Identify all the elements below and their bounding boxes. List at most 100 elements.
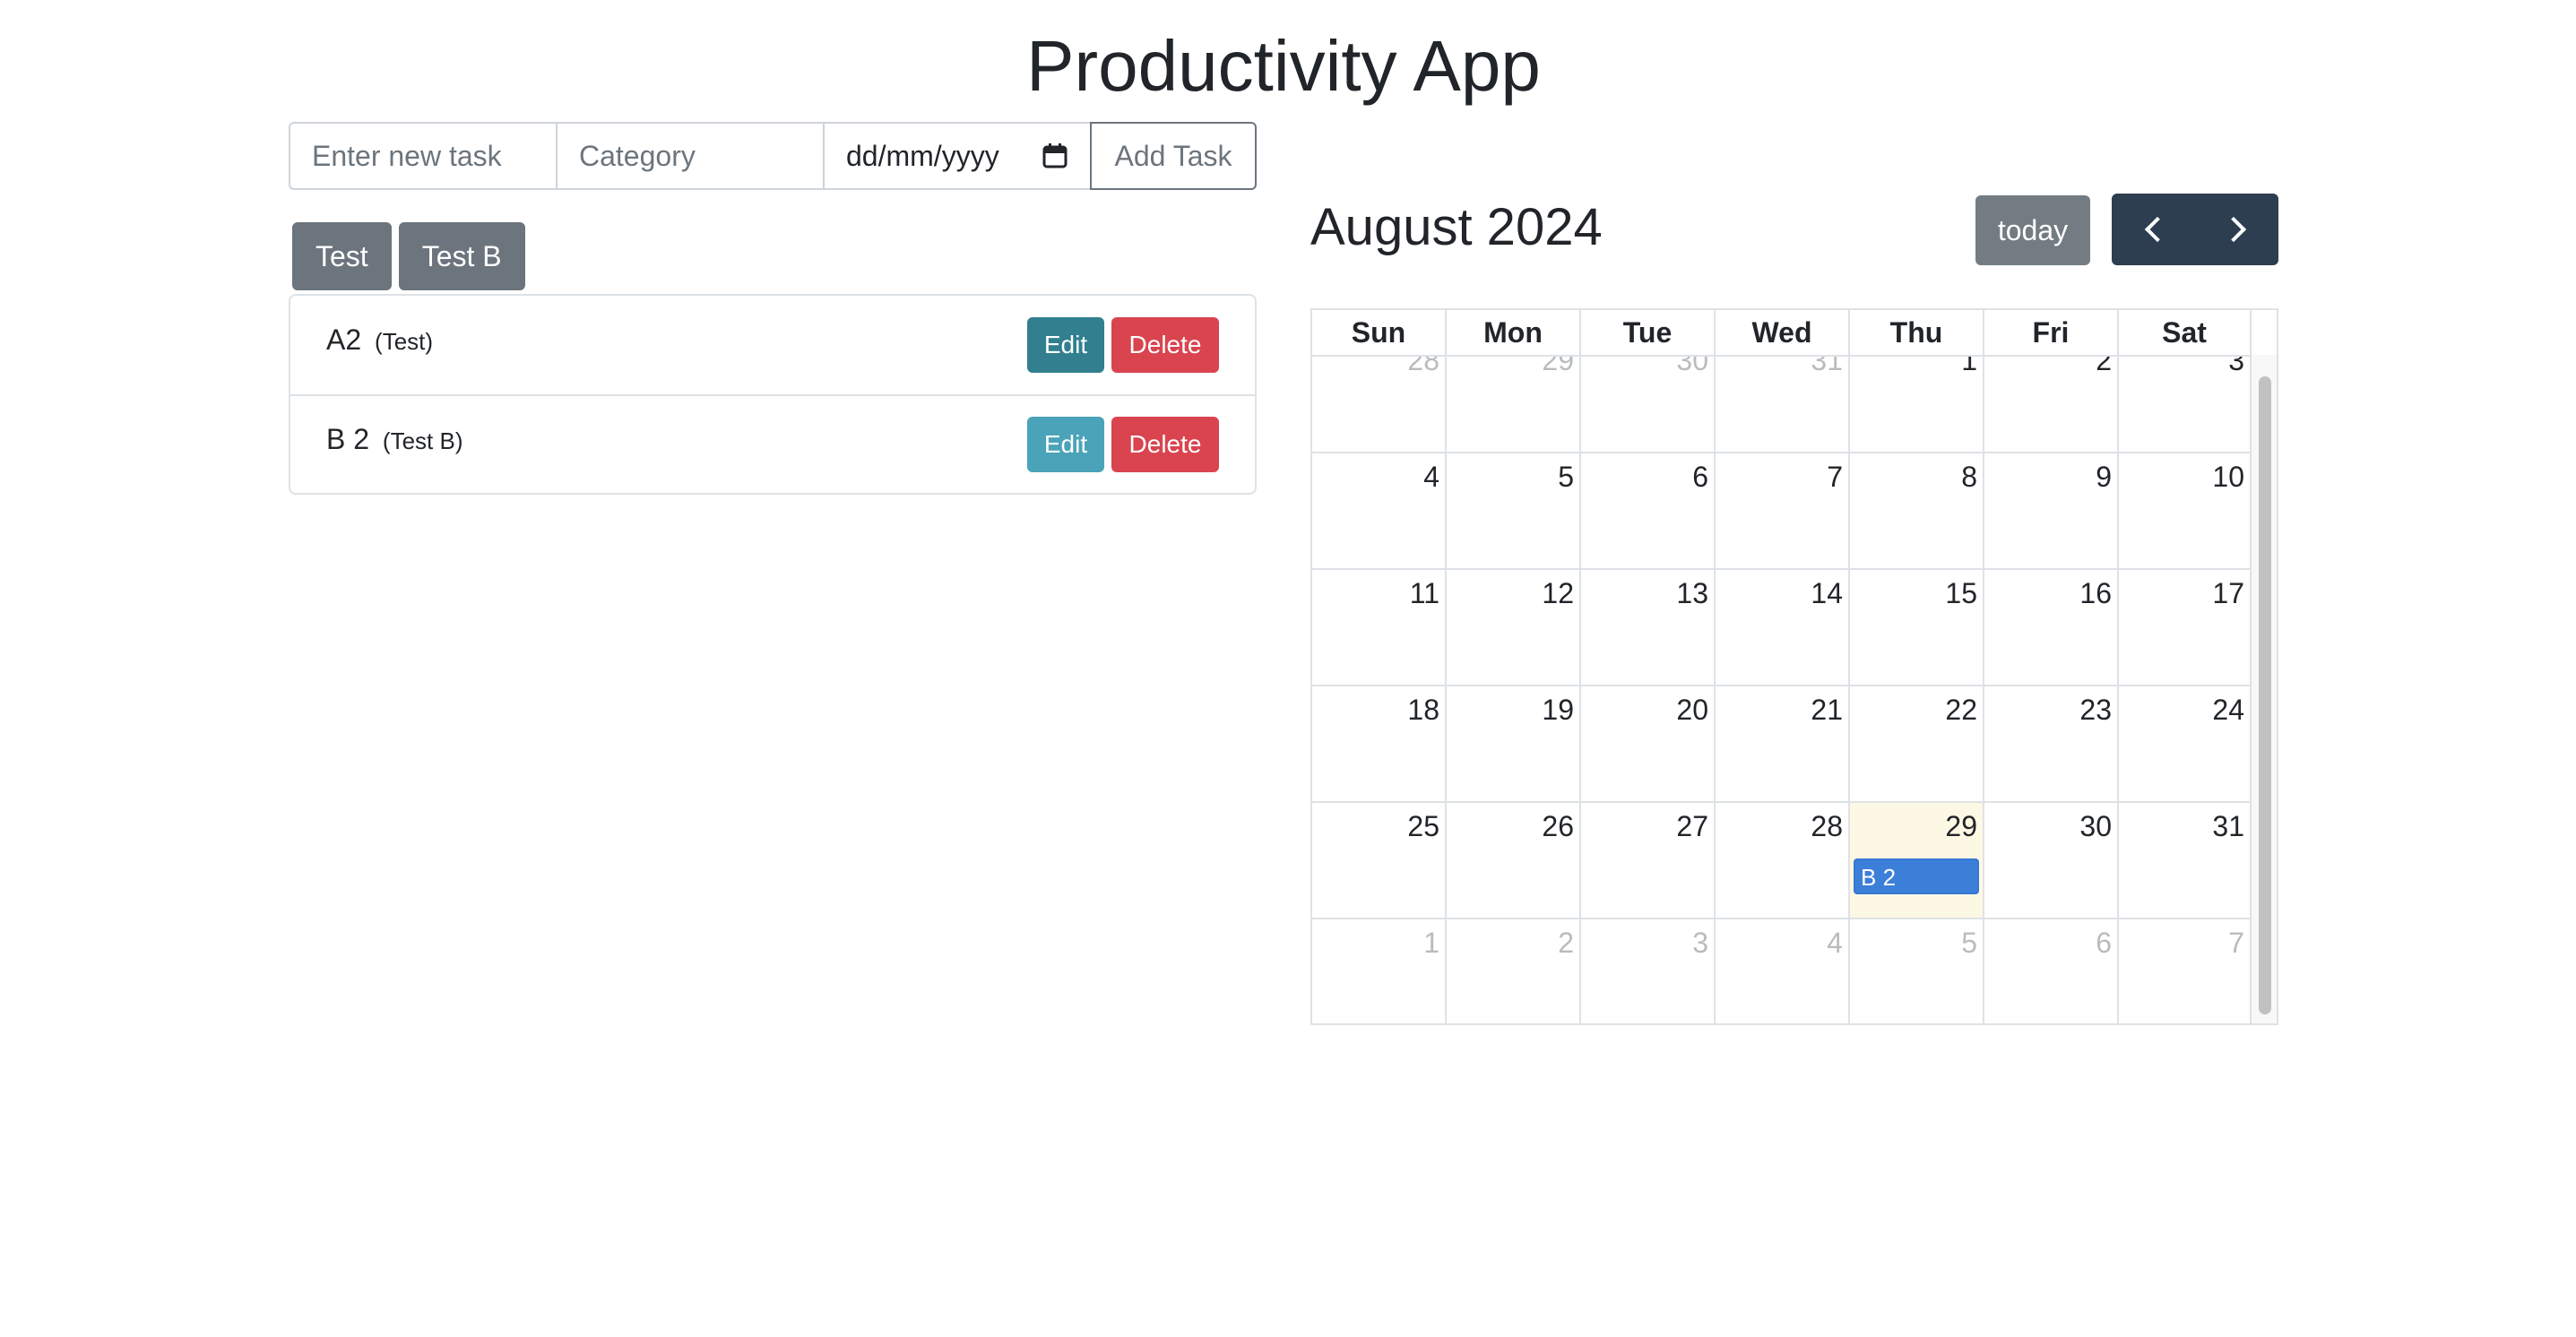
day-cell[interactable]: 5	[1447, 453, 1581, 568]
day-cell[interactable]: 11	[1312, 570, 1447, 685]
day-cell[interactable]: 12	[1447, 570, 1581, 685]
day-cell[interactable]: 20	[1581, 686, 1716, 801]
weekday-label: Wed	[1716, 310, 1850, 355]
day-cell[interactable]: 7	[2119, 919, 2252, 1023]
day-number: 30	[2079, 810, 2112, 842]
day-cell[interactable]: 18	[1312, 686, 1447, 801]
date-input-placeholder: dd/mm/yyyy	[846, 139, 999, 172]
day-number: 6	[2096, 927, 2112, 959]
day-number: 27	[1676, 810, 1708, 842]
day-number: 4	[1423, 461, 1439, 493]
day-cell[interactable]: 17	[2119, 570, 2252, 685]
day-cell[interactable]: 4	[1312, 453, 1447, 568]
day-number: 11	[1409, 577, 1439, 609]
delete-button[interactable]: Delete	[1111, 417, 1219, 472]
day-cell[interactable]: 31	[2119, 803, 2252, 918]
day-number: 30	[1676, 357, 1708, 376]
day-cell[interactable]: 30	[1581, 357, 1716, 452]
date-input[interactable]: dd/mm/yyyy	[823, 122, 1092, 190]
calendar-weeks: 28 29 30 31 1 2 3 4 5 6 7 8 9 10 11 12 1…	[1312, 357, 2252, 1023]
day-cell[interactable]: 1	[1312, 919, 1447, 1023]
task-actions: Edit Delete	[1027, 317, 1219, 373]
today-button[interactable]: today	[1975, 195, 2090, 265]
day-number: 18	[1407, 694, 1439, 726]
day-number: 5	[1558, 461, 1574, 493]
calendar-toolbar: August 2024 today	[1310, 194, 2278, 265]
task-item: B 2 (Test B) Edit Delete	[290, 394, 1255, 493]
day-cell[interactable]: 21	[1716, 686, 1850, 801]
task-name: B 2	[326, 422, 370, 455]
day-number: 2	[2096, 357, 2112, 376]
day-number: 23	[2079, 694, 2112, 726]
scrollbar-thumb[interactable]	[2259, 376, 2271, 1014]
category-button-test[interactable]: Test	[292, 222, 392, 290]
calendar-scrollbar[interactable]	[2250, 355, 2277, 1023]
day-number: 17	[2212, 577, 2244, 609]
weekday-label: Tue	[1581, 310, 1716, 355]
day-number: 7	[1827, 461, 1843, 493]
add-task-button[interactable]: Add Task	[1090, 122, 1257, 190]
day-cell[interactable]: 25	[1312, 803, 1447, 918]
calendar-week: 18 19 20 21 22 23 24	[1312, 686, 2252, 803]
page-title: Productivity App	[1026, 26, 1541, 106]
day-cell[interactable]: 28	[1716, 803, 1850, 918]
day-number: 28	[1407, 357, 1439, 376]
day-cell[interactable]: 24	[2119, 686, 2252, 801]
edit-button[interactable]: Edit	[1027, 417, 1104, 472]
calendar-week: 28 29 30 31 1 2 3	[1312, 357, 2252, 453]
day-cell-today[interactable]: 29 B 2	[1850, 803, 1984, 918]
calendar-week: 1 2 3 4 5 6 7	[1312, 919, 2252, 1023]
day-cell[interactable]: 30	[1984, 803, 2119, 918]
day-cell[interactable]: 15	[1850, 570, 1984, 685]
category-input[interactable]	[556, 122, 825, 190]
day-cell[interactable]: 9	[1984, 453, 2119, 568]
day-cell[interactable]: 14	[1716, 570, 1850, 685]
day-number: 8	[1961, 461, 1977, 493]
day-cell[interactable]: 4	[1716, 919, 1850, 1023]
weekday-label: Sun	[1312, 310, 1447, 355]
delete-button[interactable]: Delete	[1111, 317, 1219, 373]
calendar-nav	[2112, 194, 2278, 265]
category-button-test-b[interactable]: Test B	[398, 222, 525, 290]
day-cell[interactable]: 2	[1447, 919, 1581, 1023]
day-cell[interactable]: 16	[1984, 570, 2119, 685]
task-item: A2 (Test) Edit Delete	[290, 296, 1255, 394]
weekday-label: Thu	[1850, 310, 1984, 355]
day-cell[interactable]: 23	[1984, 686, 2119, 801]
day-cell[interactable]: 22	[1850, 686, 1984, 801]
day-cell[interactable]: 31	[1716, 357, 1850, 452]
calendar-icon[interactable]	[1042, 142, 1068, 169]
calendar-event[interactable]: B 2	[1854, 858, 1979, 894]
day-cell[interactable]: 13	[1581, 570, 1716, 685]
chevron-left-icon	[2144, 216, 2170, 243]
day-cell[interactable]: 5	[1850, 919, 1984, 1023]
task-actions: Edit Delete	[1027, 417, 1219, 472]
day-cell[interactable]: 7	[1716, 453, 1850, 568]
day-number: 2	[1558, 927, 1574, 959]
task-input[interactable]	[289, 122, 558, 190]
day-cell[interactable]: 6	[1581, 453, 1716, 568]
day-cell[interactable]: 28	[1312, 357, 1447, 452]
day-number: 13	[1676, 577, 1708, 609]
day-number: 7	[2228, 927, 2244, 959]
prev-month-button[interactable]	[2112, 194, 2195, 265]
day-number: 31	[2212, 810, 2244, 842]
next-month-button[interactable]	[2195, 194, 2278, 265]
task-form: dd/mm/yyyy Add Task	[289, 122, 1257, 190]
day-number: 16	[2079, 577, 2112, 609]
day-number: 31	[1811, 357, 1843, 376]
edit-button[interactable]: Edit	[1027, 317, 1104, 373]
task-name: A2	[326, 323, 362, 356]
day-cell[interactable]: 1	[1850, 357, 1984, 452]
chevron-right-icon	[2220, 216, 2246, 243]
day-cell[interactable]: 6	[1984, 919, 2119, 1023]
day-cell[interactable]: 29	[1447, 357, 1581, 452]
day-cell[interactable]: 3	[1581, 919, 1716, 1023]
day-cell[interactable]: 3	[2119, 357, 2252, 452]
day-cell[interactable]: 2	[1984, 357, 2119, 452]
day-cell[interactable]: 26	[1447, 803, 1581, 918]
day-cell[interactable]: 27	[1581, 803, 1716, 918]
day-cell[interactable]: 8	[1850, 453, 1984, 568]
day-cell[interactable]: 10	[2119, 453, 2252, 568]
day-cell[interactable]: 19	[1447, 686, 1581, 801]
